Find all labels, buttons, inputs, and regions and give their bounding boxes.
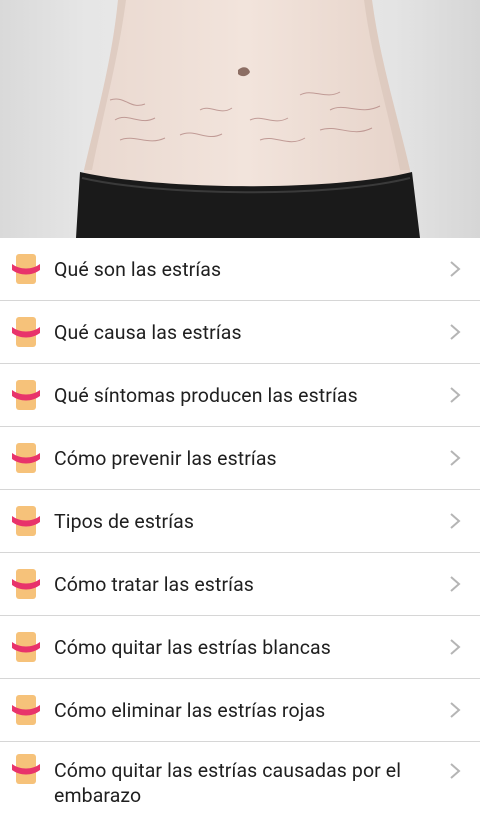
chevron-right-icon xyxy=(450,639,461,655)
chevron-right-icon xyxy=(450,261,461,277)
list-item-label: Qué son las estrías xyxy=(54,257,222,281)
chevron-right-icon xyxy=(450,576,461,592)
list-item[interactable]: Cómo prevenir las estrías xyxy=(0,427,480,490)
belly-icon xyxy=(12,754,40,784)
chevron-right-icon xyxy=(450,702,461,718)
list-item-label: Cómo quitar las estrías blancas xyxy=(54,635,331,659)
belly-icon xyxy=(12,317,40,347)
belly-icon xyxy=(12,695,40,725)
belly-icon xyxy=(12,380,40,410)
list-item-label: Cómo tratar las estrías xyxy=(54,572,254,596)
list-item-label: Cómo eliminar las estrías rojas xyxy=(54,698,326,722)
belly-photo xyxy=(76,0,420,238)
list-item[interactable]: Cómo quitar las estrías causadas por el … xyxy=(0,742,480,821)
list-item[interactable]: Qué son las estrías xyxy=(0,238,480,301)
belly-icon xyxy=(12,632,40,662)
belly-icon xyxy=(12,443,40,473)
list-item[interactable]: Cómo tratar las estrías xyxy=(0,553,480,616)
belly-icon xyxy=(12,254,40,284)
chevron-right-icon xyxy=(450,387,461,403)
belly-icon xyxy=(12,569,40,599)
topic-list: Qué son las estrías Qué causa las estría… xyxy=(0,238,480,821)
hero-image xyxy=(0,0,480,238)
belly-icon xyxy=(12,506,40,536)
list-item[interactable]: Tipos de estrías xyxy=(0,490,480,553)
list-item-label: Cómo prevenir las estrías xyxy=(54,446,277,470)
list-item-label: Qué causa las estrías xyxy=(54,320,242,344)
list-item[interactable]: Qué síntomas producen las estrías xyxy=(0,364,480,427)
list-item[interactable]: Cómo quitar las estrías blancas xyxy=(0,616,480,679)
list-item-label: Qué síntomas producen las estrías xyxy=(54,383,358,407)
chevron-right-icon xyxy=(450,450,461,466)
chevron-right-icon xyxy=(450,324,461,340)
chevron-right-icon xyxy=(450,513,461,529)
chevron-right-icon xyxy=(450,763,461,779)
list-item[interactable]: Cómo eliminar las estrías rojas xyxy=(0,679,480,742)
list-item-label: Tipos de estrías xyxy=(54,509,195,533)
list-item[interactable]: Qué causa las estrías xyxy=(0,301,480,364)
list-item-label: Cómo quitar las estrías causadas por el … xyxy=(54,759,402,807)
